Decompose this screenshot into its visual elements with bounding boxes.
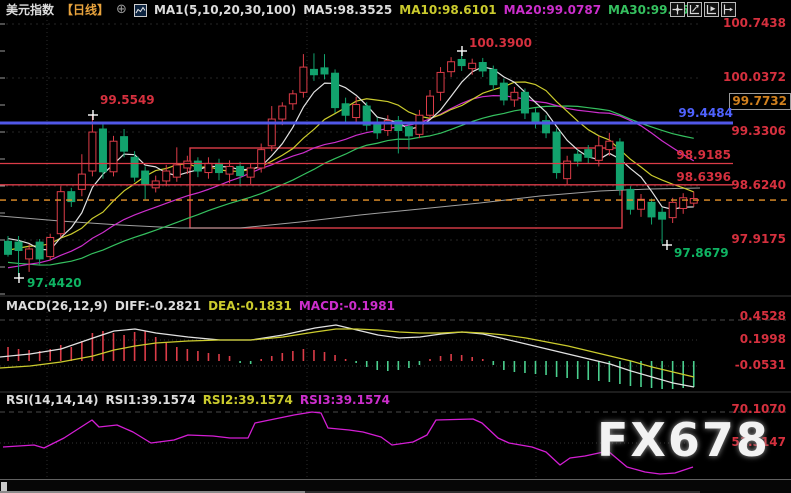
- period-label[interactable]: 【日线】: [61, 3, 109, 17]
- axis-zoom-up-icon[interactable]: [687, 2, 702, 17]
- chart-canvas[interactable]: [0, 0, 791, 493]
- rsi3-value: RSI3:39.1574: [299, 393, 390, 407]
- axis-zoom-right-icon[interactable]: [704, 2, 719, 17]
- ma20-value: MA20:99.0787: [503, 3, 602, 17]
- trading-chart-window: 美元指数 【日线】 ⊕ MA1(5,10,20,30,100) MA5:98.3…: [0, 0, 791, 493]
- mini-chart-icon[interactable]: [133, 3, 147, 17]
- macd-value: MACD:-0.1981: [298, 299, 395, 313]
- symbol-name: 美元指数: [6, 3, 55, 17]
- ma5-value: MA5:98.3525: [303, 3, 393, 17]
- circled-plus-icon[interactable]: ⊕: [116, 3, 127, 17]
- rsi2-value: RSI2:39.1574: [202, 393, 293, 407]
- rsi1-value: RSI1:39.1574: [105, 393, 196, 407]
- rsi-param-label: RSI(14,14,14): [6, 393, 99, 407]
- rsi-indicator-row: RSI(14,14,14) RSI1:39.1574 RSI2:39.1574 …: [6, 393, 390, 407]
- axis-corner-handle[interactable]: [1, 482, 7, 491]
- ma10-value: MA10:98.6101: [399, 3, 497, 17]
- chart-header: 美元指数 【日线】 ⊕ MA1(5,10,20,30,100) MA5:98.3…: [6, 3, 697, 18]
- macd-indicator-row: MACD(26,12,9) DIFF:-0.2821 DEA:-0.1831 M…: [6, 299, 395, 313]
- pan-icon[interactable]: [670, 2, 685, 17]
- macd-diff-value: DIFF:-0.2821: [114, 299, 202, 313]
- macd-dea-value: DEA:-0.1831: [208, 299, 292, 313]
- shift-right-icon[interactable]: [721, 2, 736, 17]
- macd-param-label: MACD(26,12,9): [6, 299, 108, 313]
- last-price-tag: 99.7732: [729, 93, 791, 110]
- chart-toolbar: [670, 2, 736, 17]
- ma-settings-label: MA1(5,10,20,30,100): [153, 3, 297, 17]
